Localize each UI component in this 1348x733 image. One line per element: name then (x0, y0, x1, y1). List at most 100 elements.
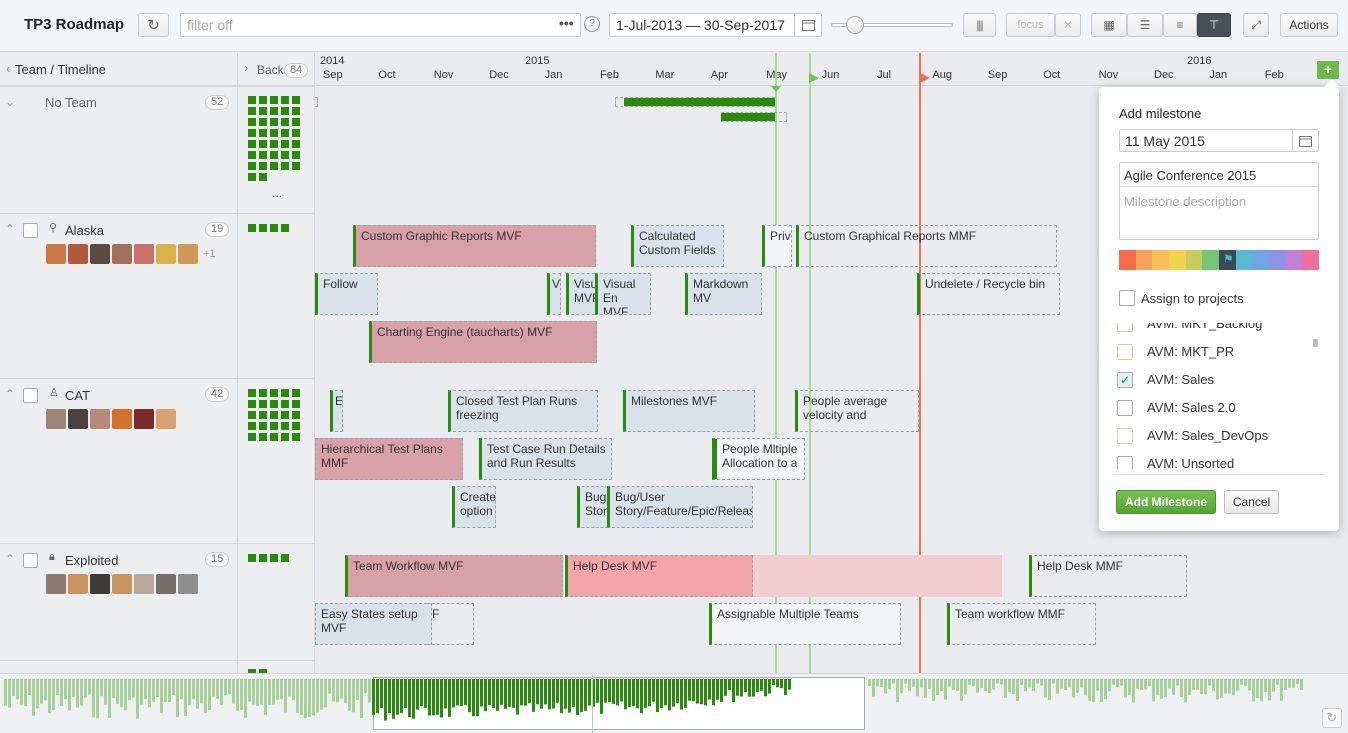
backlog-item-square[interactable] (281, 129, 289, 137)
backlog-item-square[interactable] (270, 129, 278, 137)
backlog-item-square[interactable] (259, 129, 267, 137)
project-item[interactable]: AVM: Sales 2.0 (1099, 394, 1309, 422)
filter-input[interactable]: filter off (180, 13, 581, 37)
selected-color-flag-icon[interactable]: ⚑ (1219, 250, 1236, 270)
backlog-item-square[interactable] (248, 96, 256, 104)
backlog-item-square[interactable] (292, 422, 300, 430)
backlog-item-square[interactable] (281, 400, 289, 408)
chevron-up-icon[interactable]: ⌃ (5, 387, 15, 401)
avatar[interactable] (112, 574, 132, 594)
feature-card[interactable]: Help Desk MVF (565, 555, 753, 597)
backlog-item-square[interactable] (281, 162, 289, 170)
backlog-item-square[interactable] (248, 173, 256, 181)
feature-card[interactable]: People average velocity and (795, 390, 919, 432)
more-items[interactable]: ... (272, 186, 282, 200)
backlog-item-square[interactable] (292, 433, 300, 441)
backlog-item-square[interactable] (259, 554, 267, 562)
feature-card[interactable]: People Mltiple Allocation to a (712, 438, 805, 480)
backlog-item-square[interactable] (259, 400, 267, 408)
add-milestone-icon[interactable]: + (1317, 61, 1339, 79)
avatar[interactable] (134, 574, 154, 594)
backlog-item-square[interactable] (292, 140, 300, 148)
clear-focus-button[interactable]: ✕ (1055, 13, 1081, 37)
backlog-item-square[interactable] (270, 96, 278, 104)
milestone-flag-icon[interactable] (920, 73, 930, 83)
project-item[interactable]: AVM: MKT_PR (1099, 338, 1309, 366)
color-swatch[interactable] (1169, 250, 1186, 270)
backlog-item-square[interactable] (292, 151, 300, 159)
avatar[interactable] (156, 244, 176, 264)
cancel-button[interactable]: Cancel (1224, 490, 1279, 514)
backlog-item-square[interactable] (270, 400, 278, 408)
avatar[interactable] (178, 244, 198, 264)
feature-card[interactable]: Undelete / Recycle bin (917, 273, 1060, 315)
backlog-item-square[interactable] (248, 107, 256, 115)
color-swatch[interactable] (1285, 250, 1303, 270)
feature-card[interactable]: Priv (762, 225, 792, 267)
color-swatch[interactable] (1185, 250, 1203, 270)
backlog-item-square[interactable] (248, 151, 256, 159)
backlog-item-square[interactable] (281, 389, 289, 397)
backlog-item-square[interactable] (270, 422, 278, 430)
backlog-item-square[interactable] (281, 96, 289, 104)
zoom-slider-handle[interactable] (846, 16, 864, 34)
feature-card[interactable]: V (547, 273, 561, 315)
backlog-item-square[interactable] (270, 389, 278, 397)
feature-card[interactable]: Hierarchical Test Plans MMF (315, 438, 463, 480)
feature-card[interactable]: Custom Graphical Reports MMF (796, 225, 1057, 267)
chevron-up-icon[interactable]: ⌃ (5, 222, 15, 236)
backlog-item-square[interactable] (259, 96, 267, 104)
backlog-item-square[interactable] (281, 151, 289, 159)
backlog-item-square[interactable] (248, 129, 256, 137)
backlog-item-square[interactable] (248, 224, 256, 232)
chevron-up-icon[interactable]: ⌃ (5, 552, 15, 566)
team-checkbox[interactable] (23, 388, 38, 403)
color-swatch[interactable] (1152, 250, 1170, 270)
feature-card[interactable]: Bug/User Story/Feature/Epic/Release (607, 486, 753, 528)
milestone-date-input[interactable]: 11 May 2015 (1119, 129, 1319, 152)
backlog-item-square[interactable] (292, 400, 300, 408)
chevron-down-icon[interactable]: ⌄ (5, 95, 15, 109)
backlog-item-square[interactable] (281, 224, 289, 232)
feature-card[interactable]: Custom Graphic Reports MVF (353, 225, 596, 267)
backlog-item-square[interactable] (292, 107, 300, 115)
avatar[interactable] (112, 409, 132, 429)
project-checkbox[interactable] (1117, 428, 1133, 444)
project-checkbox[interactable] (1117, 344, 1133, 360)
milestone-description-input[interactable]: Milestone description (1124, 194, 1246, 209)
backlog-item-square[interactable] (270, 140, 278, 148)
filter-more-icon[interactable]: ••• (559, 15, 574, 31)
assign-projects-checkbox[interactable] (1119, 290, 1135, 306)
backlog-item-square[interactable] (270, 151, 278, 159)
reset-overview-icon[interactable]: ↻ (1322, 708, 1342, 728)
backlog-item-square[interactable] (292, 129, 300, 137)
milestone-name-input[interactable]: Agile Conference 2015 (1120, 163, 1318, 187)
backlog-item-square[interactable] (259, 151, 267, 159)
rows-view-button[interactable]: ≡ (1163, 13, 1197, 37)
backlog-item-square[interactable] (259, 433, 267, 441)
backlog-item-square[interactable] (292, 96, 300, 104)
backlog-item-square[interactable] (292, 389, 300, 397)
backlog-item-square[interactable] (259, 173, 267, 181)
avatar[interactable] (134, 409, 154, 429)
feature-card[interactable]: Milestones MVF (623, 390, 755, 432)
backlog-item-square[interactable] (281, 140, 289, 148)
backlog-item-square[interactable] (270, 118, 278, 126)
feature-card[interactable]: Help Desk MMF (1029, 555, 1187, 597)
backlog-item-square[interactable] (248, 118, 256, 126)
project-checkbox[interactable] (1117, 323, 1133, 332)
backlog-item-square[interactable] (259, 224, 267, 232)
backlog-item-square[interactable] (270, 107, 278, 115)
fullscreen-button[interactable]: ⤢ (1243, 13, 1269, 37)
avatar[interactable] (90, 574, 110, 594)
feature-card[interactable]: Calculated Custom Fields (631, 225, 724, 267)
avatar[interactable] (178, 574, 198, 594)
more-members[interactable]: +1 (203, 248, 216, 260)
avatar[interactable] (112, 244, 132, 264)
backlog-item-square[interactable] (292, 411, 300, 419)
add-milestone-button[interactable]: Add Milestone (1116, 490, 1216, 514)
backlog-item-square[interactable] (248, 400, 256, 408)
grid-view-button[interactable]: ▦ (1091, 13, 1127, 37)
backlog-item-square[interactable] (248, 162, 256, 170)
color-swatch[interactable] (1269, 250, 1286, 270)
